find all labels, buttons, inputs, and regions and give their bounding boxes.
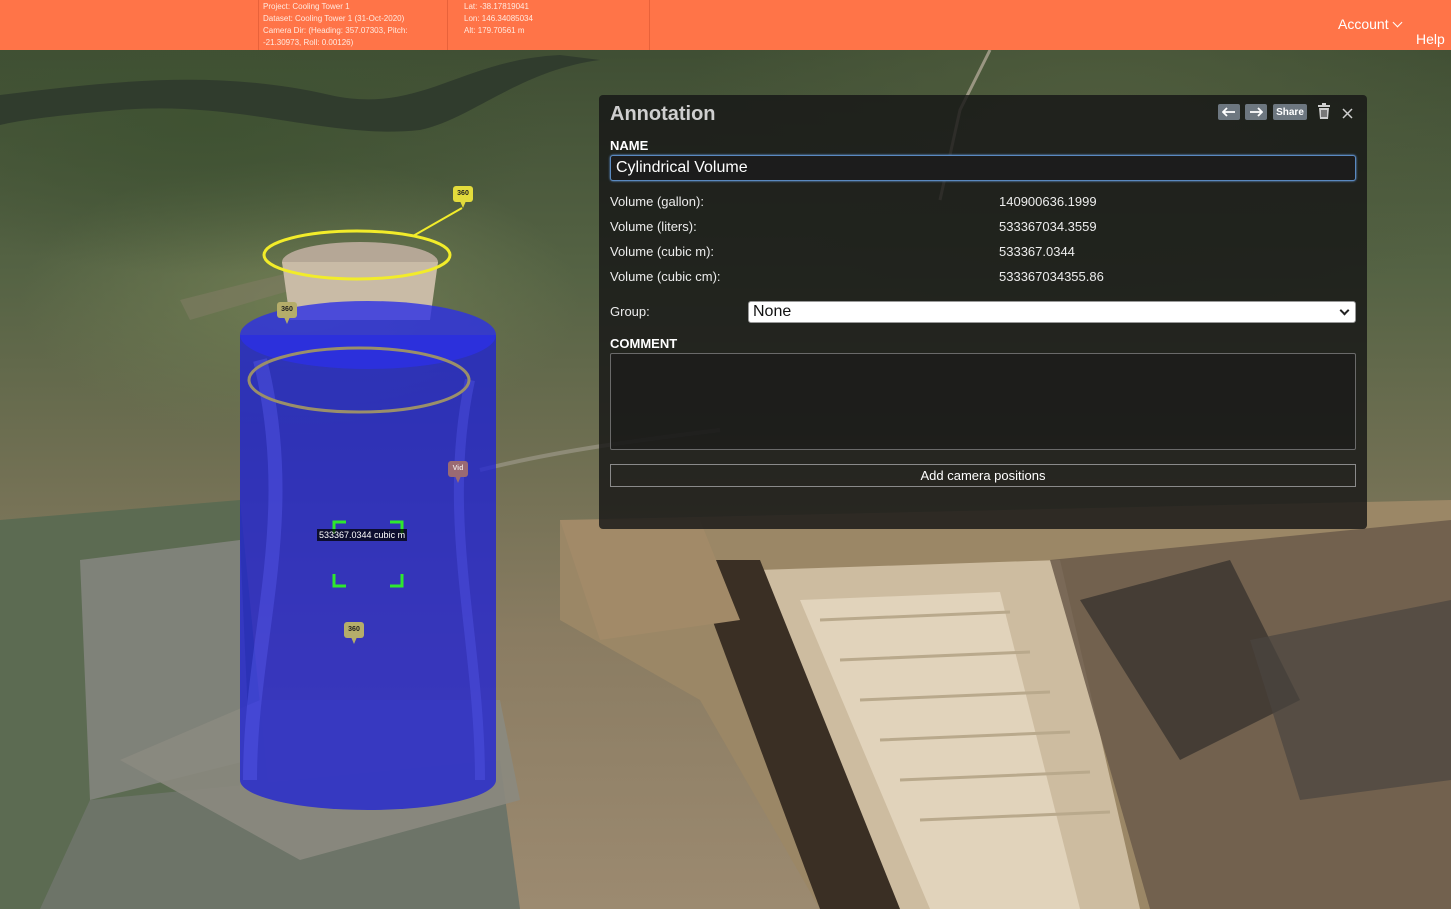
group-selected-value: None — [753, 303, 792, 320]
camera-direction: Camera Dir: (Heading: 357.07303, Pitch: — [263, 26, 408, 35]
volume-measurement-label: 533367.0344 cubic m — [317, 529, 408, 541]
volume-cubic-m-value: 533367.0344 — [999, 244, 1075, 259]
comment-heading: COMMENT — [610, 336, 678, 351]
project-name: Project: Cooling Tower 1 — [263, 2, 350, 11]
name-heading: NAME — [610, 138, 649, 153]
volume-gallon-row: Volume (gallon): 140900636.1999 — [610, 194, 1097, 209]
location-marker-center[interactable]: 360 — [344, 622, 364, 644]
marker-left-label: 360 — [277, 302, 297, 318]
altitude: Alt: 179.70561 m — [464, 26, 525, 35]
top-bar: Project: Cooling Tower 1 Dataset: Coolin… — [0, 0, 1451, 50]
volume-cubic-cm-row: Volume (cubic cm): 533367034355.86 — [610, 269, 1104, 284]
chevron-down-icon — [1392, 17, 1403, 28]
help-link[interactable]: Help — [1416, 31, 1445, 47]
group-label: Group: — [610, 304, 650, 319]
video-marker[interactable]: Vid — [448, 461, 468, 483]
chevron-down-icon — [1339, 305, 1350, 316]
marker-center-label: 360 — [344, 622, 364, 638]
arrow-right-icon — [1250, 107, 1263, 117]
longitude: Lon: 146.34085034 — [464, 14, 533, 23]
volume-liters-value: 533367034.3559 — [999, 219, 1097, 234]
comment-textarea[interactable] — [610, 353, 1356, 450]
delete-button[interactable] — [1317, 103, 1331, 124]
video-marker-label: Vid — [448, 461, 468, 477]
trash-icon — [1318, 103, 1330, 119]
annotation-panel: Annotation Share NAME Volume (gallon): 1… — [599, 95, 1367, 529]
panel-title: Annotation — [610, 103, 716, 125]
add-camera-positions-button[interactable]: Add camera positions — [610, 464, 1356, 487]
share-button[interactable]: Share — [1273, 104, 1307, 120]
volume-gallon-value: 140900636.1999 — [999, 194, 1097, 209]
next-button[interactable] — [1245, 104, 1267, 120]
group-select[interactable]: None — [748, 301, 1356, 323]
volume-cubic-m-label: Volume (cubic m): — [610, 244, 715, 259]
volume-gallon-label: Volume (gallon): — [610, 194, 704, 209]
volume-cubic-cm-value: 533367034355.86 — [999, 269, 1104, 284]
volume-cubic-cm-label: Volume (cubic cm): — [610, 269, 721, 284]
annotation-name-input[interactable] — [610, 155, 1356, 181]
location-marker-top[interactable]: 360 — [453, 186, 473, 208]
location-marker-left[interactable]: 360 — [277, 302, 297, 324]
marker-top-label: 360 — [453, 186, 473, 202]
camera-direction-cont: -21.30973, Roll: 0.00126) — [263, 38, 354, 47]
account-label: Account — [1338, 16, 1389, 32]
close-button[interactable] — [1342, 106, 1353, 124]
arrow-left-icon — [1222, 107, 1235, 117]
volume-cubic-m-row: Volume (cubic m): 533367.0344 — [610, 244, 1075, 259]
coordinates-info: Lat: -38.17819041 Lon: 146.34085034 Alt:… — [460, 0, 650, 50]
close-icon — [1342, 108, 1353, 119]
latitude: Lat: -38.17819041 — [464, 2, 529, 11]
dataset-name: Dataset: Cooling Tower 1 (31-Oct-2020) — [263, 14, 405, 23]
volume-liters-row: Volume (liters): 533367034.3559 — [610, 219, 1097, 234]
account-menu[interactable]: Account — [1338, 16, 1403, 32]
previous-button[interactable] — [1218, 104, 1240, 120]
volume-liters-label: Volume (liters): — [610, 219, 697, 234]
project-info: Project: Cooling Tower 1 Dataset: Coolin… — [258, 0, 448, 50]
